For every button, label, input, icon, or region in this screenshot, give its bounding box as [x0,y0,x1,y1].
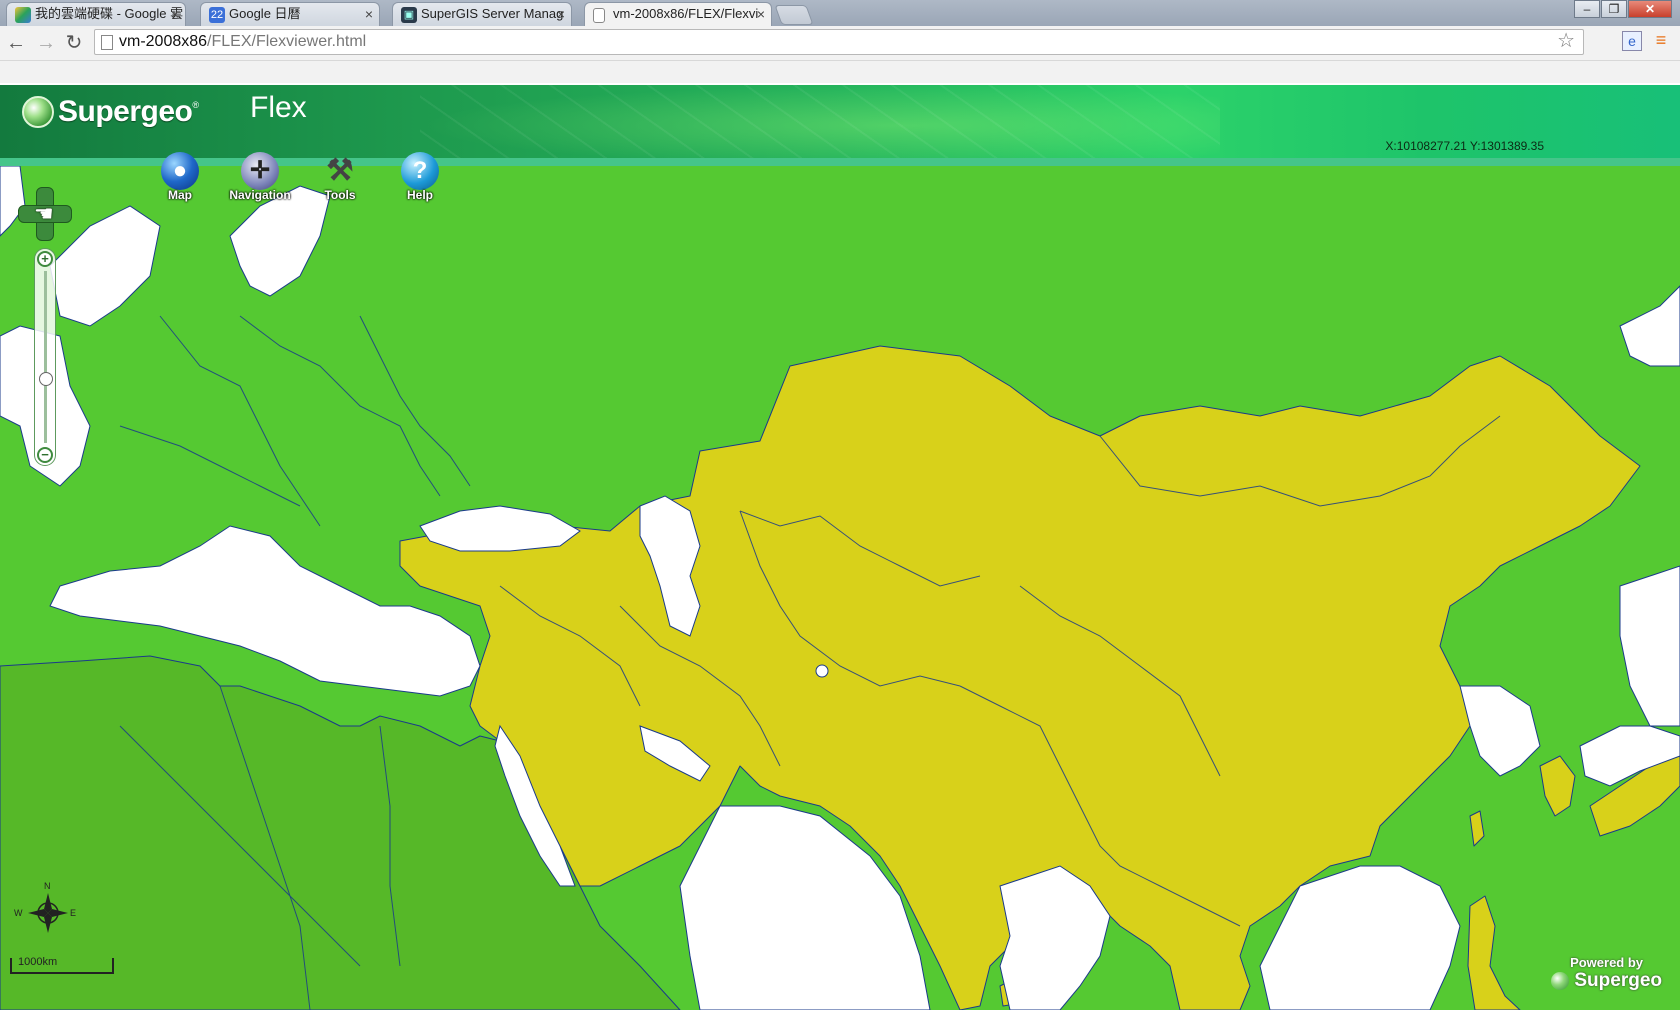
minimize-button[interactable]: – [1574,0,1600,18]
pan-control[interactable]: ☚ [18,187,72,241]
tab-title: SuperGIS Server Manag [421,6,564,21]
map-view[interactable]: ☚ + − N W E 1000km Powered by Supergeo [0,166,1680,1010]
supergeo-globe-icon [1551,971,1570,990]
tools-icon: ⚒ [326,154,354,187]
menu-label: Navigation [229,188,291,202]
tab-title: Google 日曆 [229,6,301,21]
bookmark-bar [0,61,1680,83]
tab-google-drive[interactable]: 我的雲端硬碟 - Google 雲 × [6,2,186,26]
help-icon: ? [401,152,439,190]
taiwan [1469,810,1485,847]
powered-by-text: Powered by [1570,955,1644,970]
zoom-out-button[interactable]: − [37,447,53,463]
close-icon[interactable]: × [757,3,765,25]
compass-rose-icon [28,893,68,933]
yellow-sea [1459,685,1541,777]
coordinate-readout: X:10108277.21 Y:1301389.35 [1385,139,1544,153]
bookmark-star-icon[interactable]: ☆ [1557,29,1575,53]
scale-bar: 1000km [10,956,114,974]
compass-w-label: W [14,908,23,918]
powered-brand: Supergeo [1551,970,1662,992]
zoom-slider-thumb[interactable] [39,371,53,386]
menu-label: Tools [324,188,356,202]
border-line [359,315,471,487]
menu-item-help[interactable]: ? Help [380,152,460,202]
compass-navigation-icon: ✛ [241,152,279,190]
new-tab-button[interactable] [774,5,814,25]
baltic-sea [229,185,331,297]
page-icon [101,35,113,50]
philippines [1467,895,1521,1010]
reload-icon[interactable]: ↻ [62,31,86,55]
browser-tab-strip: 我的雲端硬碟 - Google 雲 × 22 Google 日曆 × ▣ Sup… [0,0,1680,27]
compass-n-label: N [44,881,51,891]
zoom-slider[interactable]: + − [34,248,56,466]
close-icon[interactable]: × [557,3,565,25]
tab-google-calendar[interactable]: 22 Google 日曆 × [200,2,380,26]
menu-item-navigation[interactable]: ✛ Navigation [220,152,300,202]
black-sea [419,505,581,552]
korea [1539,755,1576,817]
border-line [159,315,321,527]
compass-rose: N W E [14,881,76,933]
map-canvas[interactable] [0,166,1680,1010]
scale-label: 1000km [18,956,58,968]
globe-icon: ● [161,152,199,190]
compass-e-label: E [70,908,77,918]
header-map-texture [420,85,1220,166]
app-title: Flex [250,91,307,124]
back-icon[interactable]: ← [4,31,28,55]
pacific-ocean [1619,565,1680,727]
page-icon [593,8,605,23]
browser-toolbar: ← → ↻ vm-2008x86/FLEX/Flexviewer.html ☆ … [0,26,1680,61]
address-bar[interactable]: vm-2008x86/FLEX/Flexviewer.html ☆ [94,29,1584,55]
supergeo-logo: Supergeo ® [22,95,199,129]
menu-icon[interactable]: ≡ [1652,31,1670,49]
app-menu: ● Map ✛ Navigation ⚒ Tools ? Help [140,152,460,202]
menu-item-tools[interactable]: ⚒ Tools [300,152,380,202]
supergeo-globe-icon [22,96,54,128]
google-calendar-icon: 22 [209,7,225,23]
border-line [239,315,441,497]
border-line [119,425,301,507]
url-path: /FLEX/Flexviewer.html [207,33,367,50]
tab-title: 我的雲端硬碟 - Google 雲 [35,6,184,21]
close-window-button[interactable]: ✕ [1628,0,1672,18]
close-icon[interactable]: × [365,3,373,25]
tab-flexviewer[interactable]: vm-2008x86/FLEX/Flexvi × [584,2,772,27]
restore-button[interactable]: ❐ [1601,0,1627,18]
menu-item-map[interactable]: ● Map [140,152,220,202]
tab-supergis-server[interactable]: ▣ SuperGIS Server Manag × [392,2,572,26]
close-icon[interactable]: × [171,3,179,25]
menu-label: Map [168,188,192,202]
menu-label: Help [406,188,433,202]
zoom-rail [44,271,47,443]
powered-by-logo: Powered by Supergeo [1551,955,1662,992]
url-host: vm-2008x86 [119,33,208,50]
aral-lake [815,664,829,678]
tab-title: vm-2008x86/FLEX/Flexvi [613,6,759,21]
forward-icon[interactable]: → [34,31,58,55]
extension-icon[interactable]: e [1622,31,1642,51]
server-manager-icon: ▣ [401,7,417,23]
window-controls: – ❐ ✕ [1573,0,1672,20]
arctic-inlet [1619,285,1680,367]
powered-brand-text: Supergeo [1574,970,1662,991]
google-drive-icon [15,7,31,23]
zoom-in-button[interactable]: + [37,251,53,267]
logo-text: Supergeo [58,95,193,128]
pan-hand-icon: ☚ [34,201,54,226]
